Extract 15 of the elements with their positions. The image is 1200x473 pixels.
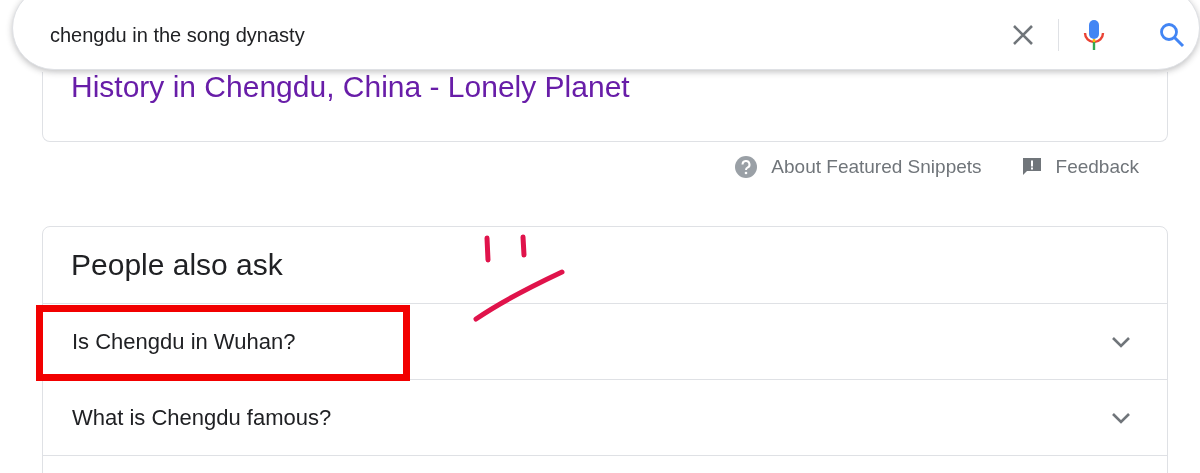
feedback-icon [1021, 157, 1042, 177]
feedback-link[interactable]: Feedback [1021, 156, 1139, 178]
help-icon [735, 156, 758, 178]
search-button[interactable] [1159, 22, 1185, 48]
section-title: People also ask [71, 248, 283, 282]
question-item[interactable]: Is Chengdu in Wuhan? [43, 304, 1167, 380]
close-icon [1012, 24, 1034, 46]
result-link[interactable]: History in Chengdu, China - Lonely Planet [71, 70, 630, 104]
search-field[interactable]: chengdu in the song dynasty [48, 22, 998, 48]
search-icon [1159, 22, 1185, 48]
clear-button[interactable] [1012, 24, 1034, 46]
about-snippets-link[interactable]: About Featured Snippets [735, 156, 982, 178]
voice-search-button[interactable] [1083, 19, 1105, 51]
microphone-icon [1083, 19, 1105, 51]
question-item[interactable]: What is Chengdu famous? [43, 380, 1167, 456]
